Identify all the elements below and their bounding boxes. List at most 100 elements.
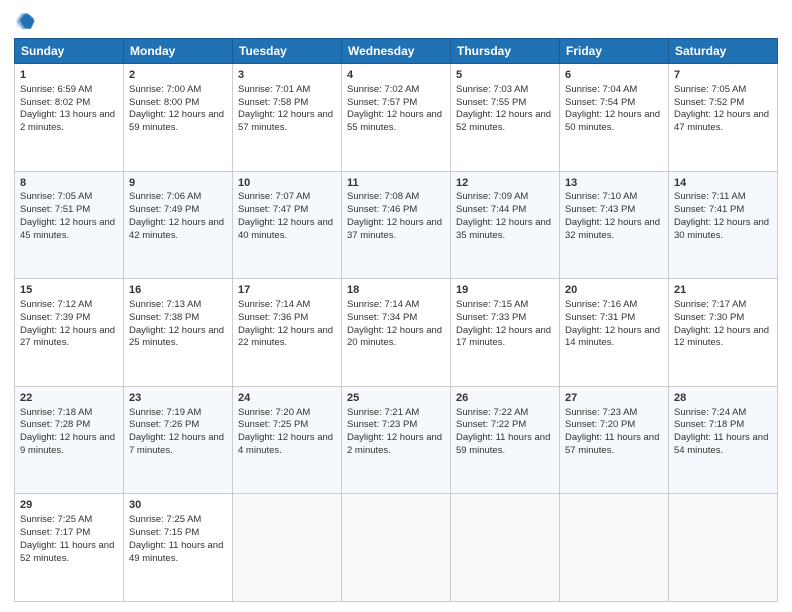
calendar-cell: 6Sunrise: 7:04 AMSunset: 7:54 PMDaylight… [560, 64, 669, 172]
calendar-day-header: Sunday [15, 39, 124, 64]
day-number: 13 [565, 176, 663, 191]
sunset-text: Sunset: 7:34 PM [347, 312, 417, 323]
sunset-text: Sunset: 7:28 PM [20, 419, 90, 430]
sunrise-text: Sunrise: 7:04 AM [565, 84, 637, 95]
daylight-text: Daylight: 12 hours and 20 minutes. [347, 325, 442, 349]
calendar-cell: 4Sunrise: 7:02 AMSunset: 7:57 PMDaylight… [342, 64, 451, 172]
calendar-cell: 2Sunrise: 7:00 AMSunset: 8:00 PMDaylight… [124, 64, 233, 172]
sunrise-text: Sunrise: 7:25 AM [20, 514, 92, 525]
daylight-text: Daylight: 12 hours and 2 minutes. [347, 432, 442, 456]
daylight-text: Daylight: 12 hours and 4 minutes. [238, 432, 333, 456]
sunrise-text: Sunrise: 7:14 AM [238, 299, 310, 310]
sunset-text: Sunset: 7:36 PM [238, 312, 308, 323]
sunrise-text: Sunrise: 7:18 AM [20, 407, 92, 418]
calendar-cell [451, 494, 560, 602]
sunset-text: Sunset: 7:22 PM [456, 419, 526, 430]
sunrise-text: Sunrise: 7:13 AM [129, 299, 201, 310]
sunset-text: Sunset: 7:25 PM [238, 419, 308, 430]
calendar-cell: 14Sunrise: 7:11 AMSunset: 7:41 PMDayligh… [669, 171, 778, 279]
day-number: 14 [674, 176, 772, 191]
calendar-week-row: 8Sunrise: 7:05 AMSunset: 7:51 PMDaylight… [15, 171, 778, 279]
day-number: 9 [129, 176, 227, 191]
sunset-text: Sunset: 7:18 PM [674, 419, 744, 430]
calendar-week-row: 1Sunrise: 6:59 AMSunset: 8:02 PMDaylight… [15, 64, 778, 172]
calendar-cell: 3Sunrise: 7:01 AMSunset: 7:58 PMDaylight… [233, 64, 342, 172]
day-number: 2 [129, 68, 227, 83]
daylight-text: Daylight: 12 hours and 7 minutes. [129, 432, 224, 456]
day-number: 4 [347, 68, 445, 83]
daylight-text: Daylight: 12 hours and 22 minutes. [238, 325, 333, 349]
calendar-cell: 23Sunrise: 7:19 AMSunset: 7:26 PMDayligh… [124, 386, 233, 494]
sunrise-text: Sunrise: 7:12 AM [20, 299, 92, 310]
daylight-text: Daylight: 12 hours and 37 minutes. [347, 217, 442, 241]
calendar-cell [560, 494, 669, 602]
calendar-cell: 26Sunrise: 7:22 AMSunset: 7:22 PMDayligh… [451, 386, 560, 494]
sunrise-text: Sunrise: 7:03 AM [456, 84, 528, 95]
day-number: 25 [347, 391, 445, 406]
calendar-day-header: Tuesday [233, 39, 342, 64]
day-number: 23 [129, 391, 227, 406]
day-number: 15 [20, 283, 118, 298]
daylight-text: Daylight: 12 hours and 50 minutes. [565, 109, 660, 133]
sunrise-text: Sunrise: 7:17 AM [674, 299, 746, 310]
calendar-cell: 9Sunrise: 7:06 AMSunset: 7:49 PMDaylight… [124, 171, 233, 279]
sunset-text: Sunset: 7:26 PM [129, 419, 199, 430]
day-number: 27 [565, 391, 663, 406]
sunrise-text: Sunrise: 7:00 AM [129, 84, 201, 95]
sunrise-text: Sunrise: 7:15 AM [456, 299, 528, 310]
sunrise-text: Sunrise: 7:01 AM [238, 84, 310, 95]
sunset-text: Sunset: 7:30 PM [674, 312, 744, 323]
page: SundayMondayTuesdayWednesdayThursdayFrid… [0, 0, 792, 612]
calendar-cell [669, 494, 778, 602]
calendar-day-header: Friday [560, 39, 669, 64]
daylight-text: Daylight: 11 hours and 54 minutes. [674, 432, 768, 456]
sunrise-text: Sunrise: 7:20 AM [238, 407, 310, 418]
daylight-text: Daylight: 11 hours and 52 minutes. [20, 540, 114, 564]
sunset-text: Sunset: 7:55 PM [456, 97, 526, 108]
daylight-text: Daylight: 12 hours and 30 minutes. [674, 217, 769, 241]
sunrise-text: Sunrise: 7:09 AM [456, 191, 528, 202]
sunset-text: Sunset: 7:23 PM [347, 419, 417, 430]
sunrise-text: Sunrise: 7:22 AM [456, 407, 528, 418]
sunset-text: Sunset: 7:33 PM [456, 312, 526, 323]
calendar-cell: 18Sunrise: 7:14 AMSunset: 7:34 PMDayligh… [342, 279, 451, 387]
sunrise-text: Sunrise: 7:05 AM [674, 84, 746, 95]
calendar-day-header: Thursday [451, 39, 560, 64]
sunset-text: Sunset: 7:49 PM [129, 204, 199, 215]
sunrise-text: Sunrise: 7:05 AM [20, 191, 92, 202]
calendar-cell [342, 494, 451, 602]
sunset-text: Sunset: 7:20 PM [565, 419, 635, 430]
sunset-text: Sunset: 7:46 PM [347, 204, 417, 215]
sunrise-text: Sunrise: 7:07 AM [238, 191, 310, 202]
sunset-text: Sunset: 7:58 PM [238, 97, 308, 108]
day-number: 5 [456, 68, 554, 83]
logo [14, 10, 38, 32]
calendar-cell: 28Sunrise: 7:24 AMSunset: 7:18 PMDayligh… [669, 386, 778, 494]
daylight-text: Daylight: 13 hours and 2 minutes. [20, 109, 115, 133]
day-number: 3 [238, 68, 336, 83]
sunset-text: Sunset: 8:00 PM [129, 97, 199, 108]
calendar-cell: 5Sunrise: 7:03 AM Sunset: 7:55 PMDaylight… [451, 64, 560, 172]
calendar-cell: 22Sunrise: 7:18 AMSunset: 7:28 PMDayligh… [15, 386, 124, 494]
sunset-text: Sunset: 7:47 PM [238, 204, 308, 215]
sunset-text: Sunset: 7:15 PM [129, 527, 199, 538]
sunrise-text: Sunrise: 7:14 AM [347, 299, 419, 310]
day-number: 1 [20, 68, 118, 83]
sunset-text: Sunset: 7:39 PM [20, 312, 90, 323]
calendar-cell: 27Sunrise: 7:23 AMSunset: 7:20 PMDayligh… [560, 386, 669, 494]
calendar-table: SundayMondayTuesdayWednesdayThursdayFrid… [14, 38, 778, 602]
calendar-cell: 10Sunrise: 7:07 AMSunset: 7:47 PMDayligh… [233, 171, 342, 279]
calendar-header-row: SundayMondayTuesdayWednesdayThursdayFrid… [15, 39, 778, 64]
day-number: 29 [20, 498, 118, 513]
day-number: 16 [129, 283, 227, 298]
sunset-text: Sunset: 7:44 PM [456, 204, 526, 215]
sunrise-text: Sunrise: 7:16 AM [565, 299, 637, 310]
calendar-cell: 29Sunrise: 7:25 AMSunset: 7:17 PMDayligh… [15, 494, 124, 602]
daylight-text: Daylight: 12 hours and 52 minutes. [456, 109, 551, 133]
day-number: 21 [674, 283, 772, 298]
sunset-text: Sunset: 7:57 PM [347, 97, 417, 108]
calendar-cell: 17Sunrise: 7:14 AMSunset: 7:36 PMDayligh… [233, 279, 342, 387]
day-number: 7 [674, 68, 772, 83]
sunset-text: Sunset: 7:43 PM [565, 204, 635, 215]
daylight-text: Daylight: 12 hours and 27 minutes. [20, 325, 115, 349]
